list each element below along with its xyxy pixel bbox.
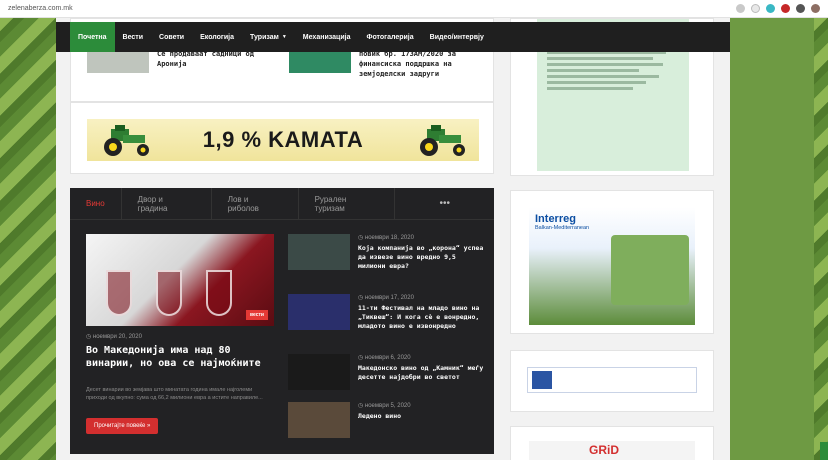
clock-icon: ◷ — [358, 295, 365, 301]
nav-item-tourism[interactable]: Туризам ▼ — [242, 22, 295, 52]
nav-label: Механизација — [302, 33, 351, 41]
puzzle-icon[interactable] — [796, 4, 805, 13]
article-thumbnail[interactable] — [288, 294, 350, 330]
tractor-icon — [104, 125, 149, 156]
tab-wine[interactable]: Вино — [70, 188, 122, 219]
date-text: ноември 17, 2020 — [364, 295, 414, 301]
nav-label: Вести — [122, 33, 144, 41]
document-line — [547, 81, 646, 84]
grid-banner[interactable]: GRiD — [529, 441, 695, 460]
star-icon[interactable] — [751, 4, 760, 13]
article-title[interactable]: Се продаваат садници од Аронија — [157, 49, 285, 73]
ministry-ad-card — [510, 350, 714, 412]
article-thumbnail[interactable] — [289, 49, 351, 73]
interest-rate-banner[interactable]: 1,9 % KAMATA — [87, 119, 479, 161]
list-item[interactable]: ◷ ноември 6, 2020 Македонско вино од „Ка… — [288, 354, 484, 390]
site-background-right — [814, 0, 828, 460]
list-item[interactable]: ◷ ноември 5, 2020 Ледено вино — [288, 402, 484, 438]
feature-image[interactable]: вести — [86, 234, 274, 326]
article-date: ◷ ноември 17, 2020 — [358, 294, 484, 301]
top-article[interactable]: повик бр. 173АМ/2020 за финансиска поддр… — [289, 49, 487, 79]
article-title[interactable]: Македонско вино од „Камник“ меѓу десетте… — [358, 364, 484, 382]
article-thumbnail[interactable] — [87, 49, 149, 73]
ministry-banner[interactable] — [527, 367, 697, 393]
nav-item-video[interactable]: Видео/интервју — [422, 22, 492, 52]
tab-yard-garden[interactable]: Двор и градина — [122, 188, 212, 219]
clock-icon: ◷ — [358, 403, 365, 409]
page-container: Почетна Вести Совети Екологија Туризам ▼ … — [56, 18, 730, 460]
feature-date: ◷ ноември 20, 2020 — [86, 333, 142, 340]
grid-logo-text: GRiD — [589, 443, 619, 457]
article-date: ◷ ноември 6, 2020 — [358, 354, 484, 361]
list-item[interactable]: ◷ ноември 18, 2020 Која компанија во „ко… — [288, 234, 484, 271]
category-badge[interactable]: вести — [245, 310, 268, 320]
article-thumbnail[interactable] — [288, 234, 350, 270]
nav-item-ecology[interactable]: Екологија — [192, 22, 242, 52]
nav-item-advice[interactable]: Совети — [151, 22, 192, 52]
ministry-logo-icon — [532, 371, 552, 389]
date-text: ноември 18, 2020 — [364, 235, 414, 241]
article-title[interactable]: повик бр. 173АМ/2020 за финансиска поддр… — [359, 49, 487, 79]
article-title[interactable]: 11-ти Фестивал на младо вино на „Тиквеш“… — [358, 304, 484, 331]
translate-icon[interactable] — [736, 4, 745, 13]
top-article[interactable]: Се продаваат садници од Аронија — [87, 49, 285, 73]
article-title[interactable]: Ледено вино — [358, 412, 484, 421]
nav-label: Совети — [159, 33, 185, 41]
article-thumbnail[interactable] — [288, 402, 350, 438]
article-title[interactable]: Која компанија во „корона“ успеа да изве… — [358, 244, 484, 271]
nav-label: Видео/интервју — [429, 33, 484, 41]
wine-category-block: Вино Двор и градина Лов и риболов Рурале… — [70, 188, 494, 454]
profile-avatar[interactable] — [811, 4, 820, 13]
interreg-title: Interreg — [535, 213, 576, 225]
nav-label: Фотогалерија — [366, 33, 414, 41]
interreg-banner[interactable]: Interreg Balkan-Mediterranean — [529, 207, 695, 325]
feature-title[interactable]: Во Македонија има над 80 винарии, но ова… — [86, 344, 276, 370]
tab-hunting-fishing[interactable]: Лов и риболов — [212, 188, 299, 219]
nav-item-mechanization[interactable]: Механизација — [295, 22, 359, 52]
extension-icon[interactable] — [766, 4, 775, 13]
nav-label: Туризам — [249, 33, 279, 41]
article-date: ◷ ноември 18, 2020 — [358, 234, 484, 241]
wine-glass-image — [206, 270, 232, 316]
wine-glass-image — [106, 270, 132, 316]
browser-address-bar[interactable]: zelenaberza.com.mk — [0, 0, 828, 18]
wine-glass-image — [156, 270, 182, 316]
article-thumbnail[interactable] — [288, 354, 350, 390]
tab-rural-tourism[interactable]: Рурален туризам — [299, 188, 396, 219]
grid-ad-card: GRiD — [510, 426, 714, 460]
list-item[interactable]: ◷ ноември 17, 2020 11-ти Фестивал на мла… — [288, 294, 484, 331]
url-text[interactable]: zelenaberza.com.mk — [8, 5, 736, 12]
document-line — [547, 57, 653, 60]
nav-item-news[interactable]: Вести — [115, 22, 151, 52]
category-tabs: Вино Двор и градина Лов и риболов Рурале… — [70, 188, 494, 220]
read-more-button[interactable]: Прочитајте повеќе » — [86, 418, 159, 434]
date-text: ноември 5, 2020 — [364, 403, 411, 409]
nav-label: Екологија — [200, 33, 234, 41]
interreg-subtitle: Balkan-Mediterranean — [535, 225, 590, 231]
nav-label: Почетна — [78, 33, 107, 41]
tractor-icon — [420, 125, 465, 156]
clock-icon: ◷ — [358, 355, 365, 361]
clock-icon: ◷ — [86, 334, 93, 340]
date-text: ноември 20, 2020 — [92, 334, 142, 340]
more-tabs-button[interactable]: ••• — [395, 188, 494, 219]
document-line — [547, 75, 660, 78]
banner-card: 1,9 % KAMATA — [70, 102, 494, 174]
banner-text: 1,9 % KAMATA — [202, 127, 364, 152]
nav-item-home[interactable]: Почетна — [70, 22, 115, 52]
feature-excerpt: Десет винарии во земјава што минатата го… — [86, 387, 263, 401]
date-text: ноември 6, 2020 — [364, 355, 411, 361]
article-date: ◷ ноември 5, 2020 — [358, 402, 484, 409]
document-line — [547, 87, 633, 90]
scroll-to-top-button[interactable] — [820, 442, 828, 460]
people-photo — [611, 235, 689, 305]
interreg-ad-card: Interreg Balkan-Mediterranean — [510, 190, 714, 334]
chevron-down-icon: ▼ — [281, 34, 287, 40]
extension-icon[interactable] — [781, 4, 790, 13]
document-line — [547, 69, 640, 72]
document-line — [547, 63, 664, 66]
clock-icon: ◷ — [358, 235, 365, 241]
main-navigation: Почетна Вести Совети Екологија Туризам ▼ … — [56, 22, 730, 52]
nav-item-gallery[interactable]: Фотогалерија — [358, 22, 421, 52]
